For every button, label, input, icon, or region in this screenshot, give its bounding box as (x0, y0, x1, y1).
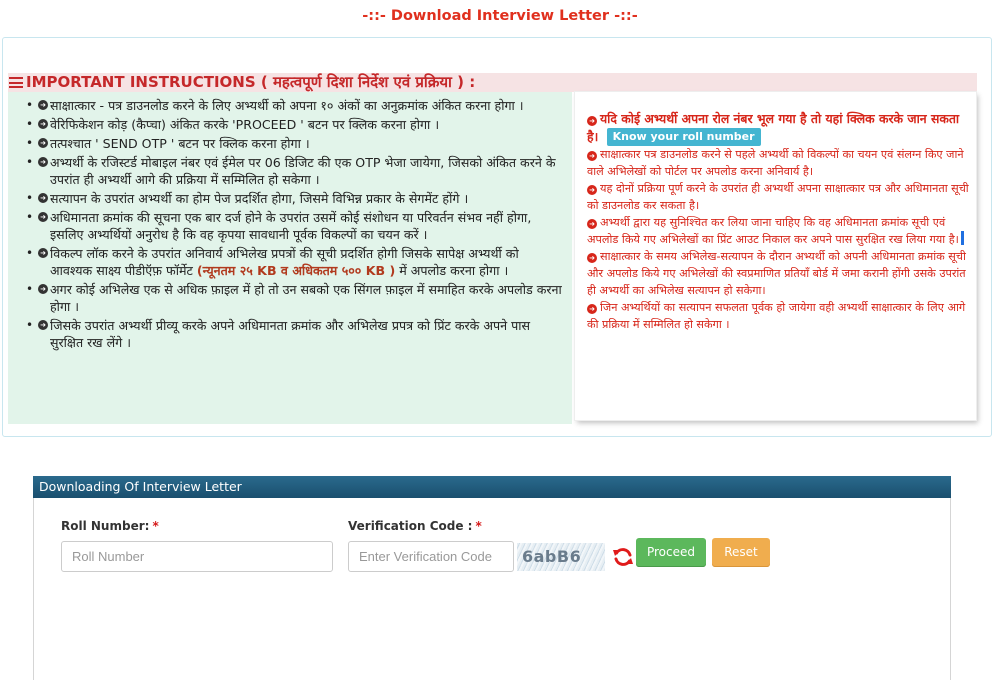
right-instruction-item: ➜ साक्षात्कार के समय अभिलेख-सत्यापन के दौ… (587, 250, 966, 297)
circle-arrow-icon: ➜ (38, 119, 48, 129)
know-roll-number-button[interactable]: Know your roll number (606, 128, 761, 146)
right-instruction-item: ➜ जिन अभ्यर्थियों का सत्यापन सफलता पूर्वक… (587, 301, 966, 331)
instruction-item: • ➜ जिसके उपरांत अभ्यर्थी प्रीव्यू करके अप… (26, 318, 531, 350)
circle-arrow-icon: ➜ (587, 253, 597, 263)
circle-arrow-icon: ➜ (38, 248, 48, 258)
instruction-item: • ➜ वेरिफिकेशन कोड़ (कैप्चा) अंकित करके 'P… (26, 117, 440, 132)
instruction-item: • ➜ अभ्यर्थी के रजिस्टर्ड मोबाइल नंबर एवं … (26, 155, 556, 187)
instruction-item: • ➜ साक्षात्कार - पत्र डाउनलोड करने के लिए… (26, 98, 524, 113)
instructions-list: • ➜ साक्षात्कार - पत्र डाउनलोड करने के लिए… (8, 92, 572, 351)
verification-code-label: Verification Code : * (348, 519, 482, 533)
instruction-item: • ➜ तत्पश्चात ' SEND OTP ' बटन पर क्लिक कर… (26, 136, 310, 151)
circle-arrow-icon: ➜ (38, 320, 48, 330)
form-heading: Downloading Of Interview Letter (33, 476, 951, 498)
circle-arrow-icon: ➜ (587, 185, 597, 195)
circle-arrow-icon: ➜ (587, 304, 597, 314)
circle-arrow-icon: ➜ (587, 151, 597, 161)
roll-number-label: Roll Number: * (61, 519, 159, 533)
instruction-item-lock: • ➜ विकल्प लॉक करने के उपरांत अनिवार्य अभि… (26, 246, 519, 278)
roll-number-input[interactable]: Roll Number (61, 541, 333, 572)
proceed-button[interactable]: Proceed (636, 538, 706, 567)
refresh-icon[interactable] (611, 545, 635, 569)
instructions-left-panel: • ➜ साक्षात्कार - पत्र डाउनलोड करने के लिए… (8, 92, 572, 424)
circle-arrow-icon: ➜ (587, 116, 597, 126)
file-size-limit: (न्यूनतम २५ KB व अधिकतम ५०० KB ) (196, 263, 396, 278)
list-icon (9, 77, 23, 88)
instructions-header: IMPORTANT INSTRUCTIONS ( महत्वपूर्ण दिशा… (8, 73, 977, 92)
download-form-panel (33, 476, 951, 680)
right-instruction-item: ➜ यह दोनों प्रक्रिया पूर्ण करने के उपरांत… (587, 182, 969, 212)
circle-arrow-icon: ➜ (38, 193, 48, 203)
circle-arrow-icon: ➜ (38, 100, 48, 110)
forgot-roll-note: ➜ यदि कोई अभ्यर्थी अपना रोल नंबर भूल गया … (587, 111, 960, 146)
circle-arrow-icon: ➜ (38, 157, 48, 167)
captcha-image: 6abB6 (517, 543, 605, 571)
reset-button[interactable]: Reset (712, 538, 770, 567)
circle-arrow-icon: ➜ (38, 284, 48, 294)
instructions-right-panel: ➜ यदि कोई अभ्यर्थी अपना रोल नंबर भूल गया … (575, 92, 976, 420)
instructions-header-text: IMPORTANT INSTRUCTIONS ( महत्वपूर्ण दिशा… (26, 73, 476, 91)
circle-arrow-icon: ➜ (38, 212, 48, 222)
instruction-item: • ➜ अगर कोई अभिलेख एक से अधिक फ़ाइल में हो… (26, 282, 562, 314)
circle-arrow-icon: ➜ (38, 138, 48, 148)
right-instruction-item: ➜ साक्षात्कार पत्र डाउनलोड करने से पहले अ… (587, 148, 964, 178)
page-title: -::- Download Interview Letter -::- (362, 8, 638, 24)
circle-arrow-icon: ➜ (587, 219, 597, 229)
text-cursor (960, 231, 964, 245)
right-instruction-item: ➜ अभ्यर्थी द्वारा यह सुनिश्चित कर लिया जा… (587, 214, 970, 248)
verification-code-input[interactable]: Enter Verification Code (348, 541, 514, 572)
instruction-item: • ➜ सत्यापन के उपरांत अभ्यर्थी का होम पेज … (26, 191, 469, 206)
instruction-item: • ➜ अधिमानता क्रमांक की सूचना एक बार दर्ज … (26, 210, 532, 242)
